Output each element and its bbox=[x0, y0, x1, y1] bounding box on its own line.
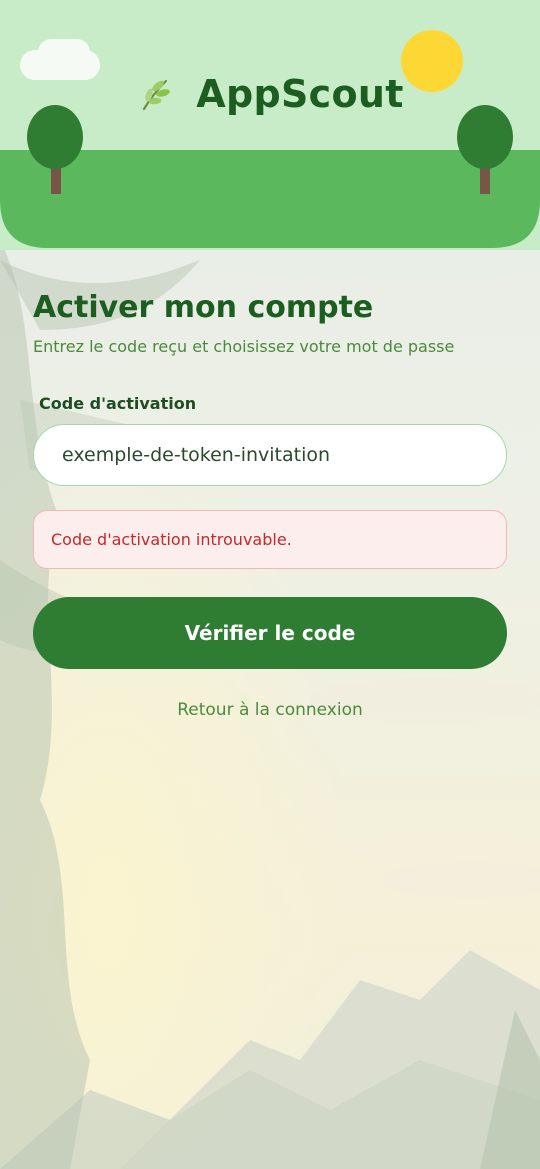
app-brand: AppScout bbox=[0, 72, 540, 116]
leaf-icon bbox=[143, 79, 171, 111]
header-banner: AppScout bbox=[0, 0, 540, 250]
back-to-login-link[interactable]: Retour à la connexion bbox=[33, 700, 507, 720]
activation-form: Activer mon compte Entrez le code reçu e… bbox=[33, 290, 507, 720]
error-message: Code d'activation introuvable. bbox=[51, 530, 292, 549]
header-scene bbox=[0, 0, 540, 250]
activation-code-input[interactable] bbox=[33, 424, 507, 486]
code-field-label: Code d'activation bbox=[39, 394, 197, 413]
error-alert: Code d'activation introuvable. bbox=[33, 510, 507, 569]
page-title: Activer mon compte bbox=[33, 290, 374, 325]
app-title: AppScout bbox=[196, 72, 404, 116]
hill bbox=[0, 150, 540, 248]
verify-code-button[interactable]: Vérifier le code bbox=[33, 597, 507, 669]
page-subtitle: Entrez le code reçu et choisissez votre … bbox=[33, 337, 455, 356]
